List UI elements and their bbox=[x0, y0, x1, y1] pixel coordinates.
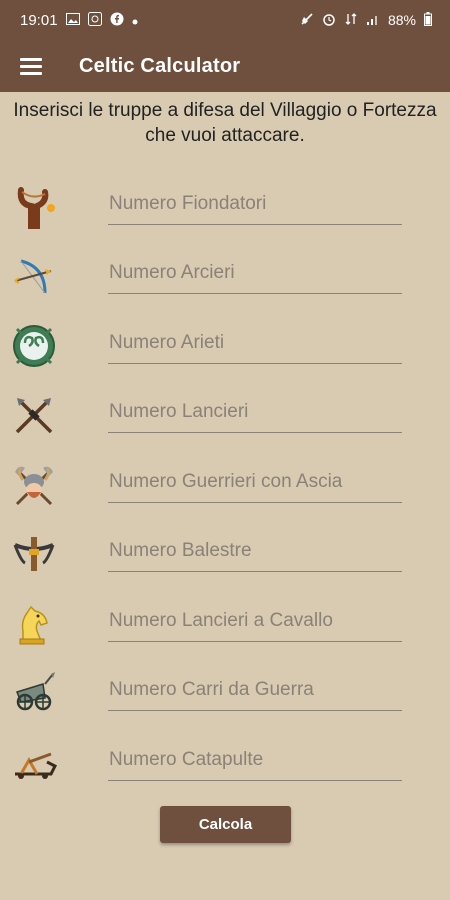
data-icon bbox=[344, 12, 358, 28]
troop-row-carri-guerra bbox=[0, 663, 450, 723]
war-chariot-icon bbox=[10, 669, 58, 717]
troop-row-arieti bbox=[0, 316, 450, 376]
lancieri-input[interactable] bbox=[108, 395, 402, 433]
fiondatori-input[interactable] bbox=[108, 187, 402, 225]
sync-icon bbox=[87, 12, 102, 28]
instructions-text: Inserisci le truppe a difesa del Villagg… bbox=[13, 100, 437, 146]
slingshot-icon bbox=[10, 183, 58, 231]
status-time: 19:01 bbox=[20, 11, 58, 29]
image-icon bbox=[65, 13, 80, 27]
facebook-icon bbox=[110, 12, 124, 28]
app-bar: Celtic Calculator bbox=[0, 40, 450, 92]
menu-button[interactable] bbox=[0, 40, 62, 92]
balestre-input[interactable] bbox=[108, 534, 402, 572]
crossbow-icon bbox=[10, 530, 58, 578]
troop-row-arcieri bbox=[0, 246, 450, 306]
knight-horse-icon bbox=[10, 600, 58, 648]
troop-row-fiondatori bbox=[0, 177, 450, 237]
mute-icon bbox=[300, 12, 314, 28]
troop-row-catapulte bbox=[0, 733, 450, 793]
hamburger-menu-icon bbox=[20, 58, 42, 75]
alarm-icon bbox=[322, 12, 336, 28]
dot-icon bbox=[132, 14, 138, 27]
battery-icon bbox=[424, 12, 432, 28]
troop-row-lancieri-cavallo bbox=[0, 594, 450, 654]
catapulte-input[interactable] bbox=[108, 743, 402, 781]
crossed-spears-icon bbox=[10, 391, 58, 439]
calcola-button[interactable]: Calcola bbox=[160, 806, 291, 843]
signal-icon bbox=[366, 12, 380, 28]
troop-row-guerrieri-ascia bbox=[0, 455, 450, 515]
bow-icon bbox=[10, 252, 58, 300]
ram-icon bbox=[10, 322, 58, 370]
troop-row-lancieri bbox=[0, 385, 450, 445]
guerrieri-ascia-input[interactable] bbox=[108, 465, 402, 503]
status-bar: 19:01 88% bbox=[0, 0, 450, 40]
arcieri-input[interactable] bbox=[108, 256, 402, 294]
arieti-input[interactable] bbox=[108, 326, 402, 364]
app-title: Celtic Calculator bbox=[79, 54, 241, 77]
troop-row-balestre bbox=[0, 524, 450, 584]
viking-axe-icon bbox=[10, 461, 58, 509]
carri-guerra-input[interactable] bbox=[108, 673, 402, 711]
lancieri-cavallo-input[interactable] bbox=[108, 604, 402, 642]
battery-percent: 88% bbox=[387, 12, 416, 28]
catapult-icon bbox=[10, 739, 58, 787]
